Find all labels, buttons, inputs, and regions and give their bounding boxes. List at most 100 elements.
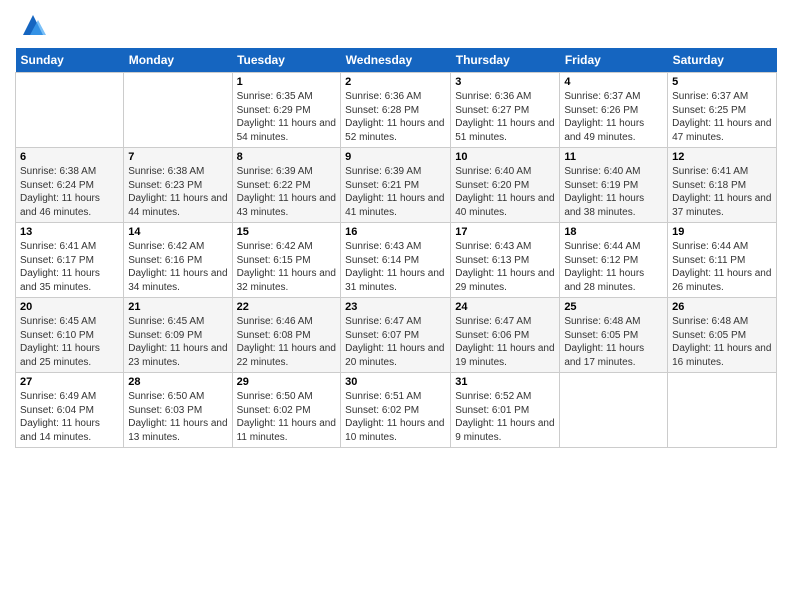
day-info: Sunrise: 6:41 AM Sunset: 6:17 PM Dayligh… xyxy=(20,240,119,294)
day-info: Sunrise: 6:45 AM Sunset: 6:09 PM Dayligh… xyxy=(128,315,227,369)
day-number: 31 xyxy=(455,376,555,388)
weekday-header-tuesday: Tuesday xyxy=(232,48,341,73)
calendar-table: SundayMondayTuesdayWednesdayThursdayFrid… xyxy=(15,48,777,448)
day-info: Sunrise: 6:45 AM Sunset: 6:10 PM Dayligh… xyxy=(20,315,119,369)
weekday-header-monday: Monday xyxy=(124,48,232,73)
week-row-3: 13 Sunrise: 6:41 AM Sunset: 6:17 PM Dayli… xyxy=(16,223,777,298)
weekday-header-row: SundayMondayTuesdayWednesdayThursdayFrid… xyxy=(16,48,777,73)
day-number: 29 xyxy=(237,376,337,388)
day-cell: 29 Sunrise: 6:50 AM Sunset: 6:02 PM Dayli… xyxy=(232,373,341,448)
day-cell: 2 Sunrise: 6:36 AM Sunset: 6:28 PM Daylig… xyxy=(341,73,451,148)
day-cell: 31 Sunrise: 6:52 AM Sunset: 6:01 PM Dayli… xyxy=(451,373,560,448)
weekday-header-saturday: Saturday xyxy=(668,48,777,73)
day-info: Sunrise: 6:52 AM Sunset: 6:01 PM Dayligh… xyxy=(455,390,555,444)
day-info: Sunrise: 6:40 AM Sunset: 6:20 PM Dayligh… xyxy=(455,165,555,219)
day-number: 5 xyxy=(672,76,772,88)
day-info: Sunrise: 6:38 AM Sunset: 6:23 PM Dayligh… xyxy=(128,165,227,219)
day-cell: 19 Sunrise: 6:44 AM Sunset: 6:11 PM Dayli… xyxy=(668,223,777,298)
day-cell xyxy=(668,373,777,448)
day-info: Sunrise: 6:44 AM Sunset: 6:12 PM Dayligh… xyxy=(564,240,663,294)
day-number: 19 xyxy=(672,226,772,238)
day-info: Sunrise: 6:48 AM Sunset: 6:05 PM Dayligh… xyxy=(564,315,663,369)
day-cell xyxy=(124,73,232,148)
day-cell: 24Sunrise: 6:47 AM Sunset: 6:06 PM Dayli… xyxy=(451,298,560,373)
day-number: 25 xyxy=(564,301,663,313)
day-number: 16 xyxy=(345,226,446,238)
day-cell: 7 Sunrise: 6:38 AM Sunset: 6:23 PM Daylig… xyxy=(124,148,232,223)
day-info: Sunrise: 6:39 AM Sunset: 6:22 PM Dayligh… xyxy=(237,165,337,219)
day-info: Sunrise: 6:50 AM Sunset: 6:02 PM Dayligh… xyxy=(237,390,337,444)
day-info: Sunrise: 6:43 AM Sunset: 6:13 PM Dayligh… xyxy=(455,240,555,294)
day-number: 15 xyxy=(237,226,337,238)
day-info: Sunrise: 6:36 AM Sunset: 6:28 PM Dayligh… xyxy=(345,90,446,144)
weekday-header-wednesday: Wednesday xyxy=(341,48,451,73)
day-number: 4 xyxy=(564,76,663,88)
weekday-header-friday: Friday xyxy=(560,48,668,73)
day-cell: 4 Sunrise: 6:37 AM Sunset: 6:26 PM Daylig… xyxy=(560,73,668,148)
day-number: 12 xyxy=(672,151,772,163)
day-number: 30 xyxy=(345,376,446,388)
day-info: Sunrise: 6:36 AM Sunset: 6:27 PM Dayligh… xyxy=(455,90,555,144)
day-cell: 16 Sunrise: 6:43 AM Sunset: 6:14 PM Dayli… xyxy=(341,223,451,298)
day-cell: 27Sunrise: 6:49 AM Sunset: 6:04 PM Dayli… xyxy=(16,373,124,448)
header xyxy=(15,10,777,40)
day-number: 8 xyxy=(237,151,337,163)
day-info: Sunrise: 6:42 AM Sunset: 6:15 PM Dayligh… xyxy=(237,240,337,294)
day-cell: 11 Sunrise: 6:40 AM Sunset: 6:19 PM Dayli… xyxy=(560,148,668,223)
day-info: Sunrise: 6:37 AM Sunset: 6:25 PM Dayligh… xyxy=(672,90,772,144)
day-number: 10 xyxy=(455,151,555,163)
logo xyxy=(15,10,48,40)
weekday-header-thursday: Thursday xyxy=(451,48,560,73)
day-info: Sunrise: 6:38 AM Sunset: 6:24 PM Dayligh… xyxy=(20,165,119,219)
day-number: 22 xyxy=(237,301,337,313)
page-container: SundayMondayTuesdayWednesdayThursdayFrid… xyxy=(0,0,792,453)
day-info: Sunrise: 6:43 AM Sunset: 6:14 PM Dayligh… xyxy=(345,240,446,294)
day-number: 3 xyxy=(455,76,555,88)
day-cell: 1Sunrise: 6:35 AM Sunset: 6:29 PM Daylig… xyxy=(232,73,341,148)
day-cell: 22 Sunrise: 6:46 AM Sunset: 6:08 PM Dayli… xyxy=(232,298,341,373)
day-cell: 21Sunrise: 6:45 AM Sunset: 6:09 PM Dayli… xyxy=(124,298,232,373)
day-cell: 13 Sunrise: 6:41 AM Sunset: 6:17 PM Dayli… xyxy=(16,223,124,298)
day-cell: 3 Sunrise: 6:36 AM Sunset: 6:27 PM Daylig… xyxy=(451,73,560,148)
day-info: Sunrise: 6:39 AM Sunset: 6:21 PM Dayligh… xyxy=(345,165,446,219)
day-number: 23 xyxy=(345,301,446,313)
day-info: Sunrise: 6:47 AM Sunset: 6:07 PM Dayligh… xyxy=(345,315,446,369)
day-cell: 8 Sunrise: 6:39 AM Sunset: 6:22 PM Daylig… xyxy=(232,148,341,223)
day-info: Sunrise: 6:47 AM Sunset: 6:06 PM Dayligh… xyxy=(455,315,555,369)
day-cell: 17 Sunrise: 6:43 AM Sunset: 6:13 PM Dayli… xyxy=(451,223,560,298)
day-cell: 15 Sunrise: 6:42 AM Sunset: 6:15 PM Dayli… xyxy=(232,223,341,298)
day-number: 1 xyxy=(237,76,337,88)
day-cell: 5 Sunrise: 6:37 AM Sunset: 6:25 PM Daylig… xyxy=(668,73,777,148)
day-number: 20 xyxy=(20,301,119,313)
day-number: 26 xyxy=(672,301,772,313)
day-info: Sunrise: 6:41 AM Sunset: 6:18 PM Dayligh… xyxy=(672,165,772,219)
day-cell: 30 Sunrise: 6:51 AM Sunset: 6:02 PM Dayli… xyxy=(341,373,451,448)
day-info: Sunrise: 6:37 AM Sunset: 6:26 PM Dayligh… xyxy=(564,90,663,144)
day-info: Sunrise: 6:44 AM Sunset: 6:11 PM Dayligh… xyxy=(672,240,772,294)
week-row-2: 6 Sunrise: 6:38 AM Sunset: 6:24 PM Daylig… xyxy=(16,148,777,223)
day-number: 6 xyxy=(20,151,119,163)
day-info: Sunrise: 6:50 AM Sunset: 6:03 PM Dayligh… xyxy=(128,390,227,444)
day-number: 28 xyxy=(128,376,227,388)
week-row-1: 1Sunrise: 6:35 AM Sunset: 6:29 PM Daylig… xyxy=(16,73,777,148)
day-number: 7 xyxy=(128,151,227,163)
weekday-header-sunday: Sunday xyxy=(16,48,124,73)
day-number: 18 xyxy=(564,226,663,238)
day-number: 2 xyxy=(345,76,446,88)
day-info: Sunrise: 6:46 AM Sunset: 6:08 PM Dayligh… xyxy=(237,315,337,369)
day-cell: 20 Sunrise: 6:45 AM Sunset: 6:10 PM Dayli… xyxy=(16,298,124,373)
day-cell: 28 Sunrise: 6:50 AM Sunset: 6:03 PM Dayli… xyxy=(124,373,232,448)
day-info: Sunrise: 6:51 AM Sunset: 6:02 PM Dayligh… xyxy=(345,390,446,444)
day-number: 9 xyxy=(345,151,446,163)
day-cell: 23 Sunrise: 6:47 AM Sunset: 6:07 PM Dayli… xyxy=(341,298,451,373)
day-number: 17 xyxy=(455,226,555,238)
day-number: 14 xyxy=(128,226,227,238)
day-info: Sunrise: 6:40 AM Sunset: 6:19 PM Dayligh… xyxy=(564,165,663,219)
day-cell: 26 Sunrise: 6:48 AM Sunset: 6:05 PM Dayli… xyxy=(668,298,777,373)
day-info: Sunrise: 6:48 AM Sunset: 6:05 PM Dayligh… xyxy=(672,315,772,369)
week-row-4: 20 Sunrise: 6:45 AM Sunset: 6:10 PM Dayli… xyxy=(16,298,777,373)
day-number: 11 xyxy=(564,151,663,163)
day-cell xyxy=(16,73,124,148)
day-cell: 12 Sunrise: 6:41 AM Sunset: 6:18 PM Dayli… xyxy=(668,148,777,223)
day-number: 13 xyxy=(20,226,119,238)
